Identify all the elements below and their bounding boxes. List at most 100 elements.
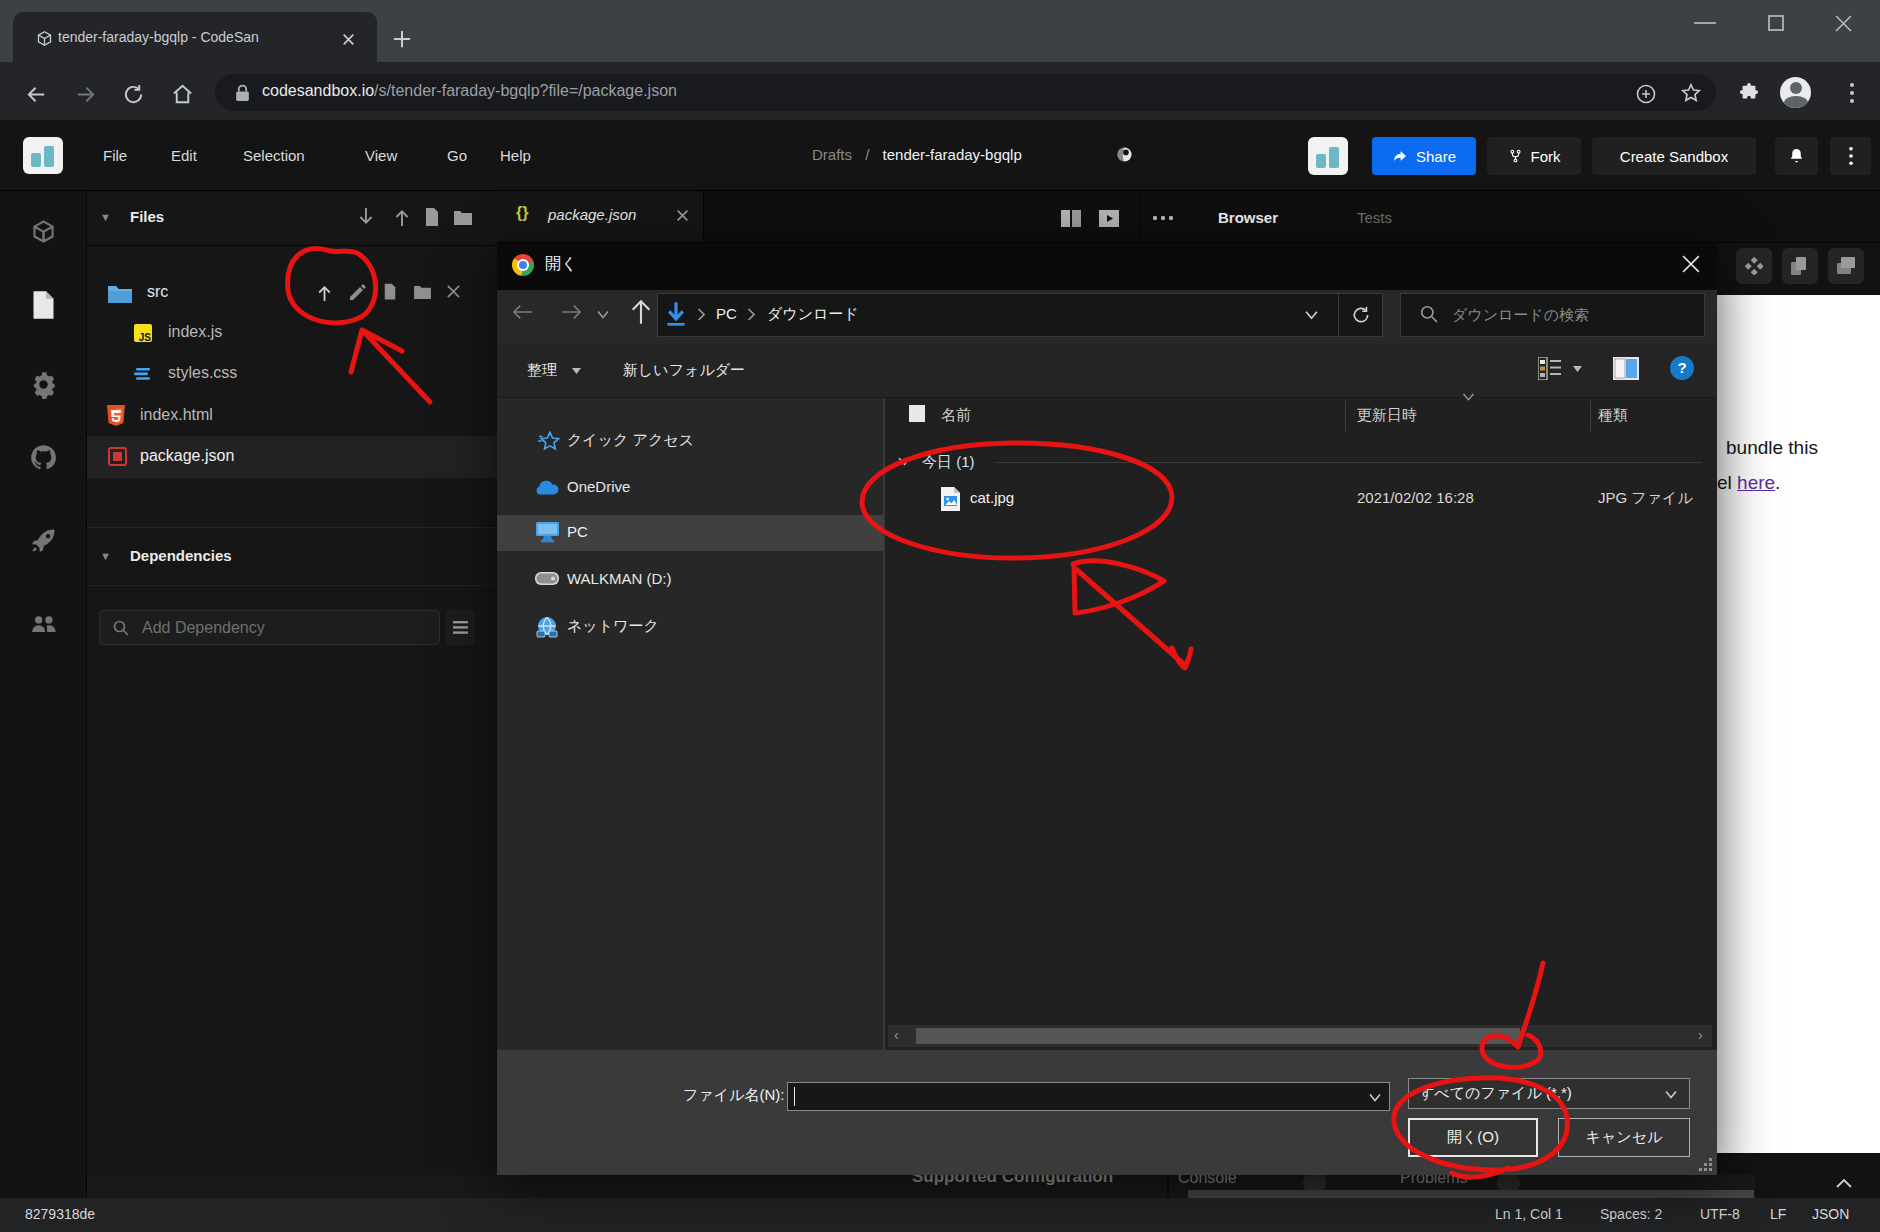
dialog-close-icon[interactable] <box>1682 255 1700 273</box>
menu-help[interactable]: Help <box>500 147 531 164</box>
dialog-back-icon[interactable] <box>512 303 534 321</box>
editor-tab-packagejson[interactable]: {} package.json <box>497 191 704 242</box>
preview-window-icon[interactable] <box>1099 210 1119 227</box>
preview-pane-icon[interactable] <box>1613 357 1639 380</box>
group-chevron-icon[interactable] <box>898 457 911 466</box>
resize-grip[interactable] <box>1699 1158 1713 1172</box>
activity-settings-icon[interactable] <box>29 370 58 399</box>
fork-button[interactable]: Fork <box>1487 137 1581 175</box>
preview-new-window-button[interactable] <box>1782 248 1818 284</box>
address-dropdown-chevron-icon[interactable] <box>1305 310 1318 320</box>
menu-selection[interactable]: Selection <box>243 147 305 164</box>
filename-input[interactable] <box>787 1082 1390 1111</box>
nav-item-onedrive[interactable]: OneDrive <box>497 470 883 506</box>
csb-logo[interactable] <box>23 137 63 174</box>
filetype-dropdown[interactable]: すべてのファイル (*.*) <box>1408 1078 1690 1109</box>
add-dependency-input[interactable]: Add Dependency <box>99 610 440 645</box>
upload-to-folder-icon[interactable] <box>316 283 333 302</box>
breadcrumb-pc[interactable]: PC <box>716 305 737 322</box>
browser-menu-icon[interactable] <box>1842 81 1862 105</box>
status-cursor[interactable]: Ln 1, Col 1 <box>1495 1206 1563 1222</box>
file-row-src[interactable]: src <box>87 272 497 314</box>
activity-deploy-icon[interactable] <box>29 526 58 555</box>
hscrollbar[interactable]: ‹ › <box>888 1025 1712 1047</box>
bookmark-star-icon[interactable] <box>1680 82 1702 104</box>
filename-dropdown-chevron-icon[interactable] <box>1369 1093 1381 1102</box>
menu-view[interactable]: View <box>365 147 397 164</box>
new-tab-icon[interactable] <box>392 29 412 49</box>
file-row-stylescss[interactable]: styles.css <box>87 353 497 395</box>
breadcrumb-downloads[interactable]: ダウンロード <box>767 305 859 324</box>
nav-item-walkman[interactable]: WALKMAN (D:) <box>497 562 883 598</box>
row-new-file-icon[interactable] <box>383 283 397 300</box>
split-view-icon[interactable] <box>1061 210 1081 227</box>
share-button[interactable]: Share <box>1372 137 1476 175</box>
dependency-menu-button[interactable] <box>446 610 475 645</box>
row-new-folder-icon[interactable] <box>414 285 431 299</box>
delete-x-icon[interactable] <box>446 284 461 299</box>
tab-browser[interactable]: Browser <box>1218 209 1278 226</box>
view-list-chevron-icon[interactable] <box>1573 366 1582 373</box>
column-header-checkbox[interactable] <box>909 405 925 422</box>
tab-tests[interactable]: Tests <box>1357 209 1392 226</box>
activity-project-icon[interactable] <box>30 218 57 245</box>
tab-close-x-icon[interactable] <box>676 209 689 222</box>
breadcrumb-drafts[interactable]: Drafts <box>812 146 852 163</box>
file-row-indexhtml[interactable]: index.html <box>87 395 497 437</box>
activity-live-icon[interactable] <box>29 609 58 638</box>
rename-pencil-icon[interactable] <box>350 284 366 300</box>
nav-item-pc[interactable]: PC <box>497 515 883 551</box>
upload-file-icon[interactable] <box>393 207 411 227</box>
file-row-indexjs[interactable]: JS index.js <box>87 312 497 354</box>
window-minimize-icon[interactable] <box>1694 21 1716 25</box>
profile-avatar[interactable] <box>1780 77 1811 108</box>
status-eol[interactable]: LF <box>1770 1206 1786 1222</box>
refresh-icon[interactable] <box>1351 305 1371 325</box>
notifications-button[interactable] <box>1775 137 1818 175</box>
forward-icon[interactable] <box>74 83 97 106</box>
menu-edit[interactable]: Edit <box>171 147 197 164</box>
extensions-puzzle-icon[interactable] <box>1738 82 1760 104</box>
view-list-icon[interactable] <box>1538 357 1562 380</box>
header-menu-button[interactable] <box>1830 137 1871 175</box>
preview-duplicate-button[interactable] <box>1828 248 1864 284</box>
reload-icon[interactable] <box>122 83 145 106</box>
file-row-catjpg[interactable]: cat.jpg 2021/02/02 16:28 JPG ファイル <box>888 483 1708 515</box>
scroll-right-icon[interactable]: › <box>1698 1027 1703 1043</box>
csb-mini-logo[interactable] <box>1308 137 1348 175</box>
tab-close-icon[interactable] <box>340 31 357 48</box>
status-language[interactable]: JSON <box>1812 1206 1849 1222</box>
nav-item-network[interactable]: ネットワーク <box>497 609 883 645</box>
column-header-type[interactable]: 種類 <box>1598 406 1628 425</box>
new-folder-icon[interactable] <box>454 210 472 225</box>
help-icon[interactable]: ? <box>1670 356 1694 380</box>
column-header-name[interactable]: 名前 <box>941 406 971 425</box>
zoom-page-icon[interactable] <box>1636 84 1656 104</box>
file-row-packagejson[interactable]: package.json <box>87 436 497 478</box>
editor-more-icon[interactable] <box>1152 211 1174 225</box>
dialog-address-bar[interactable] <box>657 293 1383 337</box>
dialog-titlebar[interactable] <box>497 243 1717 290</box>
status-encoding[interactable]: UTF-8 <box>1700 1206 1740 1222</box>
new-file-icon[interactable] <box>424 208 440 226</box>
window-maximize-icon[interactable] <box>1768 15 1784 31</box>
dependencies-header[interactable]: Dependencies <box>130 547 232 564</box>
privacy-globe-icon[interactable] <box>1116 146 1133 163</box>
panel-expand-chevron-icon[interactable] <box>1836 1178 1852 1188</box>
dialog-forward-icon[interactable] <box>560 303 582 321</box>
up-folder-icon[interactable] <box>630 299 652 325</box>
download-file-icon[interactable] <box>357 207 375 227</box>
column-divider2[interactable] <box>1590 401 1591 431</box>
column-header-modified[interactable]: 更新日時 <box>1357 406 1417 425</box>
recent-locations-chevron-icon[interactable] <box>597 310 609 319</box>
organize-button[interactable]: 整理 <box>527 361 557 380</box>
cancel-button[interactable]: キャンセル <box>1558 1118 1690 1157</box>
nav-item-quick-access[interactable]: クイック アクセス <box>497 423 883 459</box>
activity-files-icon[interactable] <box>31 290 56 320</box>
here-link[interactable]: here <box>1737 472 1775 493</box>
problems-tab-label[interactable]: Problems <box>1400 1175 1468 1187</box>
menu-go[interactable]: Go <box>447 147 467 164</box>
column-divider1[interactable] <box>1345 401 1346 431</box>
url-text[interactable]: codesandbox.io/s/tender-faraday-bgqlp?fi… <box>262 82 677 100</box>
create-sandbox-button[interactable]: Create Sandbox <box>1592 137 1756 175</box>
